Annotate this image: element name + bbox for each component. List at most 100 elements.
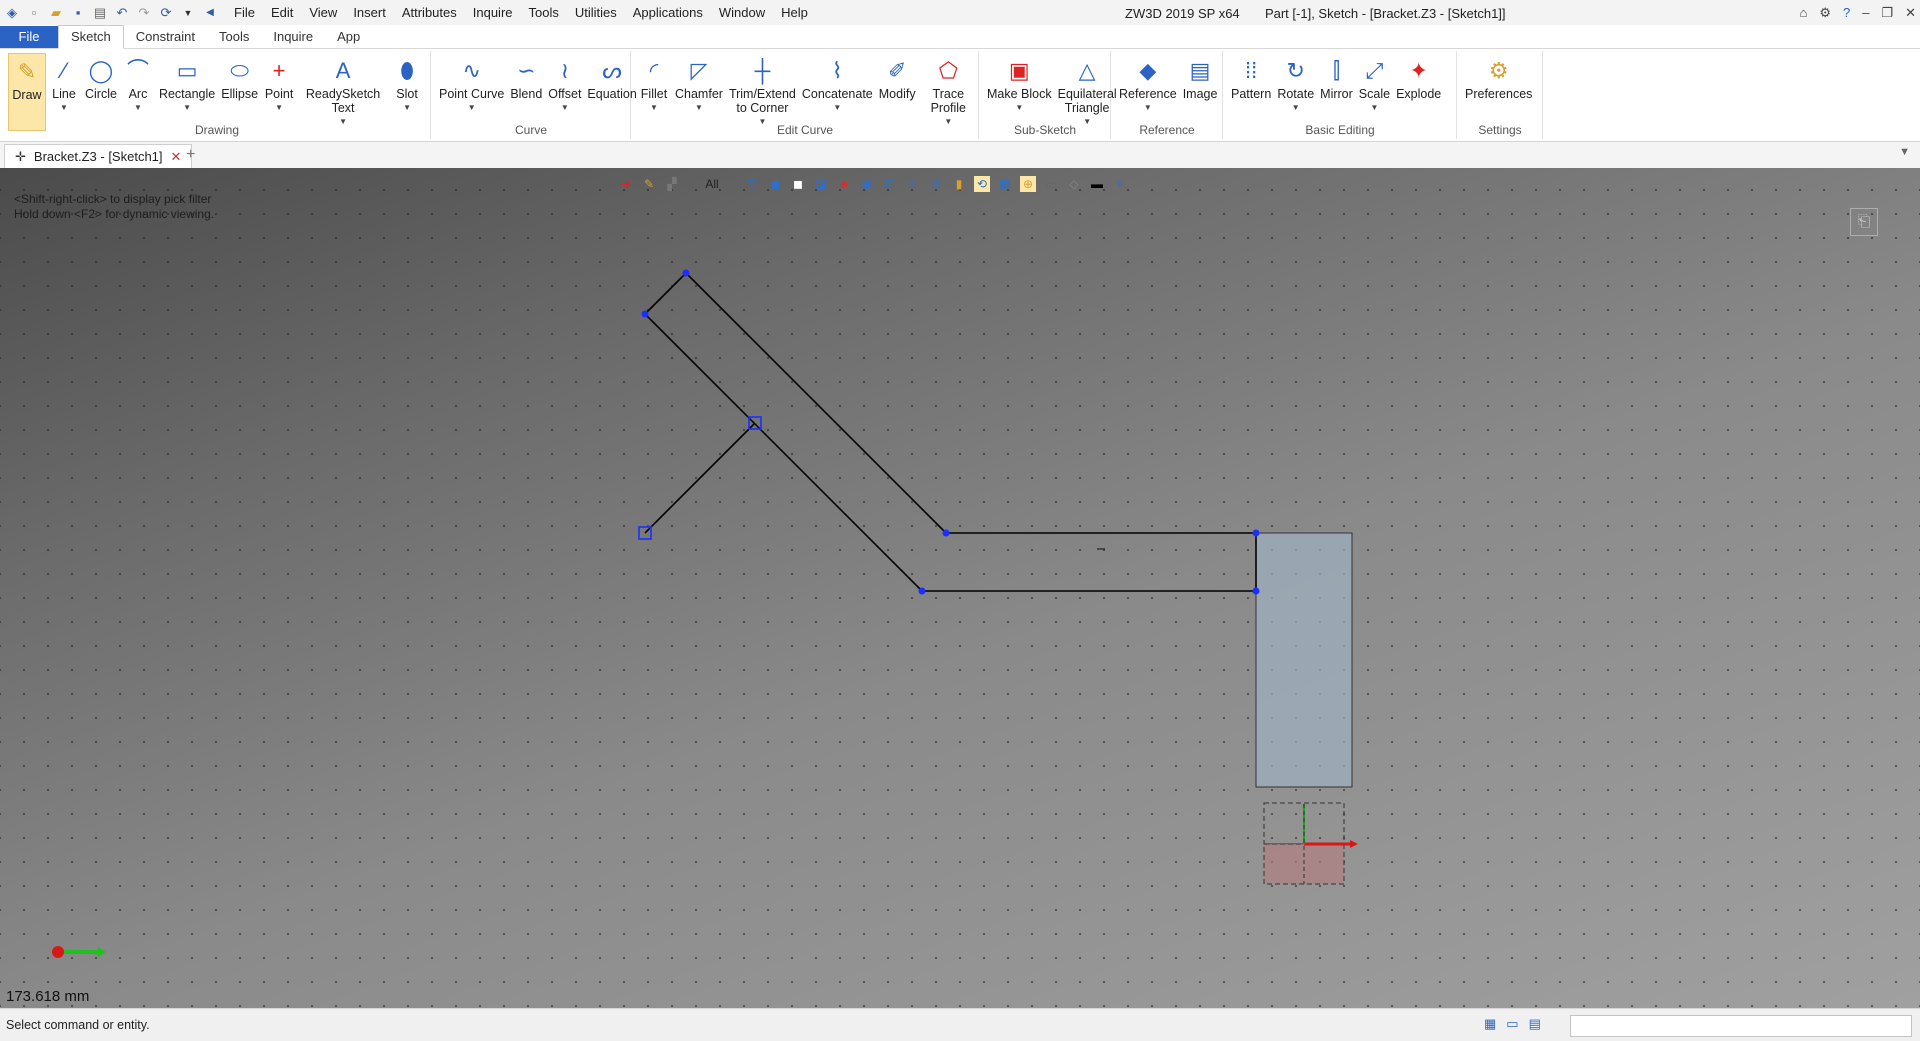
app-logo-icon[interactable]: ◈ [4,5,20,21]
sketch-viewport[interactable]: <Shift-right-click> to display pick filt… [0,168,1920,1008]
menu-utilities[interactable]: Utilities [567,0,625,25]
rectangle-icon: ▭ [176,58,198,83]
rotate-button[interactable]: ↻ Rotate ▼ [1274,53,1317,117]
menu-arrow-icon[interactable]: ◀ [202,5,218,21]
dropdown-arrow-icon[interactable]: ▼ [1292,101,1300,115]
trace-profile-button[interactable]: ⬠ Trace Profile ▼ [919,53,978,131]
dropdown-arrow-icon[interactable]: ▼ [134,101,142,115]
dropdown-arrow-icon[interactable]: ▼ [1370,101,1378,115]
menu-view[interactable]: View [301,0,345,25]
mirror-button[interactable]: ⫿ Mirror [1317,53,1356,117]
circle-button[interactable]: ◯ Circle [82,53,120,131]
sketch-vertices[interactable] [641,269,1260,595]
print-icon[interactable]: ▤ [92,5,108,21]
trim-extend-to-corner-button[interactable]: ┼ Trim/Extend to Corner ▼ [726,53,799,131]
equation-icon: ᔕ [602,58,622,83]
image-button[interactable]: ▤ Image [1180,53,1221,117]
display-mode-icon[interactable]: ▭ [1506,1016,1518,1032]
blend-button[interactable]: ∽ Blend [507,53,545,117]
ribbon-button-label: Point Curve [439,87,505,101]
menu-insert[interactable]: Insert [345,0,394,25]
dropdown-arrow-icon[interactable]: ▼ [695,101,703,115]
make-block-button[interactable]: ▣ Make Block ▼ [984,53,1055,131]
sketch-line-lower-diagonal [644,313,923,592]
regen-icon[interactable]: ⟳ [158,5,174,21]
menu-file[interactable]: File [226,0,263,25]
menu-applications[interactable]: Applications [625,0,711,25]
chamfer-button[interactable]: ◸ Chamfer ▼ [672,53,726,131]
dropdown-arrow-icon[interactable]: ▼ [561,101,569,115]
line-button[interactable]: ⁄ Line ▼ [46,53,82,131]
close-tab-icon[interactable]: ✕ [171,149,182,165]
window-layout-icon[interactable]: ▤ [1529,1016,1541,1032]
menu-attributes[interactable]: Attributes [394,0,465,25]
dropdown-arrow-icon[interactable]: ▼ [403,101,411,115]
explode-button[interactable]: ✦ Explode [1393,53,1444,117]
rectangle-button[interactable]: ▭ Rectangle ▼ [156,53,218,131]
draw-button[interactable]: ✎ Draw [8,53,46,131]
equilateral-triangle-button[interactable]: △ Equilateral Triangle ▼ [1055,53,1120,131]
sketch-profile[interactable] [644,272,1257,592]
sketch-canvas[interactable] [0,168,1920,1008]
dropdown-arrow-icon[interactable]: ▼ [183,101,191,115]
document-tab[interactable]: ✛ Bracket.Z3 - [Sketch1] ✕ [4,144,193,170]
fillet-button[interactable]: ◜ Fillet ▼ [636,53,672,131]
group-title-settings: Settings [1478,123,1522,137]
dropdown-arrow-icon[interactable]: ▼ [1144,101,1152,115]
command-input[interactable] [1570,1015,1912,1037]
settings-gear-icon[interactable]: ⚙ [1819,0,1831,26]
reference-button[interactable]: ◆ Reference ▼ [1116,53,1180,117]
new-file-icon[interactable]: ▫ [26,5,42,21]
point-button[interactable]: + Point ▼ [261,53,297,131]
ribbon-button-label: Equation [587,87,637,101]
tab-file[interactable]: File [0,26,58,48]
add-tab-button[interactable]: + [186,146,195,164]
dropdown-arrow-icon[interactable]: ▼ [650,101,658,115]
dropdown-arrow-icon[interactable]: ▼ [275,101,283,115]
preferences-button[interactable]: ⚙ Preferences [1462,53,1535,103]
layout-icon[interactable]: ▦ [1484,1016,1496,1032]
open-folder-icon[interactable]: ▰ [48,5,64,21]
menu-inquire[interactable]: Inquire [465,0,521,25]
dropdown-arrow-icon[interactable]: ▼ [1015,101,1023,115]
pattern-button[interactable]: ⁞⁞ Pattern [1228,53,1274,117]
restore-icon[interactable]: ❐ [1881,0,1893,26]
undo-icon[interactable]: ↶ [114,5,130,21]
offset-button[interactable]: ≀ Offset ▼ [545,53,584,117]
modify-button[interactable]: ✐ Modify [876,53,919,131]
point-curve-button[interactable]: ∿ Point Curve ▼ [436,53,507,117]
arc-button[interactable]: ⌒ Arc ▼ [120,53,156,131]
tab-app[interactable]: App [325,26,372,48]
slot-button[interactable]: ⬮ Slot ▼ [389,53,425,131]
sketch-block-fill[interactable] [1255,532,1353,788]
quick-access-dropdown-icon[interactable]: ▼ [180,5,196,21]
save-icon[interactable]: ▪ [70,5,86,21]
scale-button[interactable]: ⤢ Scale ▼ [1356,53,1393,117]
exit-sketch-icon[interactable]: ⎗ [1850,208,1878,236]
curve-buttons: ∿ Point Curve ▼ ∽ Blend ≀ Offset ▼ ᔕ Equation [436,53,640,117]
ellipse-button[interactable]: ⬭ Ellipse [218,53,261,131]
dropdown-arrow-icon[interactable]: ▼ [60,101,68,115]
readysketch-text-button[interactable]: A ReadySketch Text ▼ [297,53,389,131]
modify-icon: ✐ [887,58,907,83]
home-icon[interactable]: ⌂ [1799,0,1807,26]
window-title: ZW3D 2019 SP x64 Part [-1], Sketch - [Br… [1125,0,1506,28]
tab-inquire[interactable]: Inquire [261,26,325,48]
menu-tools[interactable]: Tools [521,0,567,25]
menu-help[interactable]: Help [773,0,816,25]
concatenate-button[interactable]: ⌇ Concatenate ▼ [799,53,876,131]
help-icon[interactable]: ? [1843,0,1850,26]
minimize-icon[interactable]: – [1862,0,1869,26]
trace-profile-icon: ⬠ [938,58,958,83]
tab-list-dropdown-icon[interactable]: ▼ [1899,146,1910,158]
dropdown-arrow-icon[interactable]: ▼ [468,101,476,115]
group-reference: ◆ Reference ▼ ▤ Image Reference [1112,51,1223,139]
close-icon[interactable]: ✕ [1905,0,1916,26]
dropdown-arrow-icon[interactable]: ▼ [833,101,841,115]
tab-sketch[interactable]: Sketch [58,25,124,49]
menu-window[interactable]: Window [711,0,773,25]
tab-tools[interactable]: Tools [207,26,261,48]
redo-icon[interactable]: ↷ [136,5,152,21]
menu-edit[interactable]: Edit [263,0,301,25]
tab-constraint[interactable]: Constraint [124,26,207,48]
